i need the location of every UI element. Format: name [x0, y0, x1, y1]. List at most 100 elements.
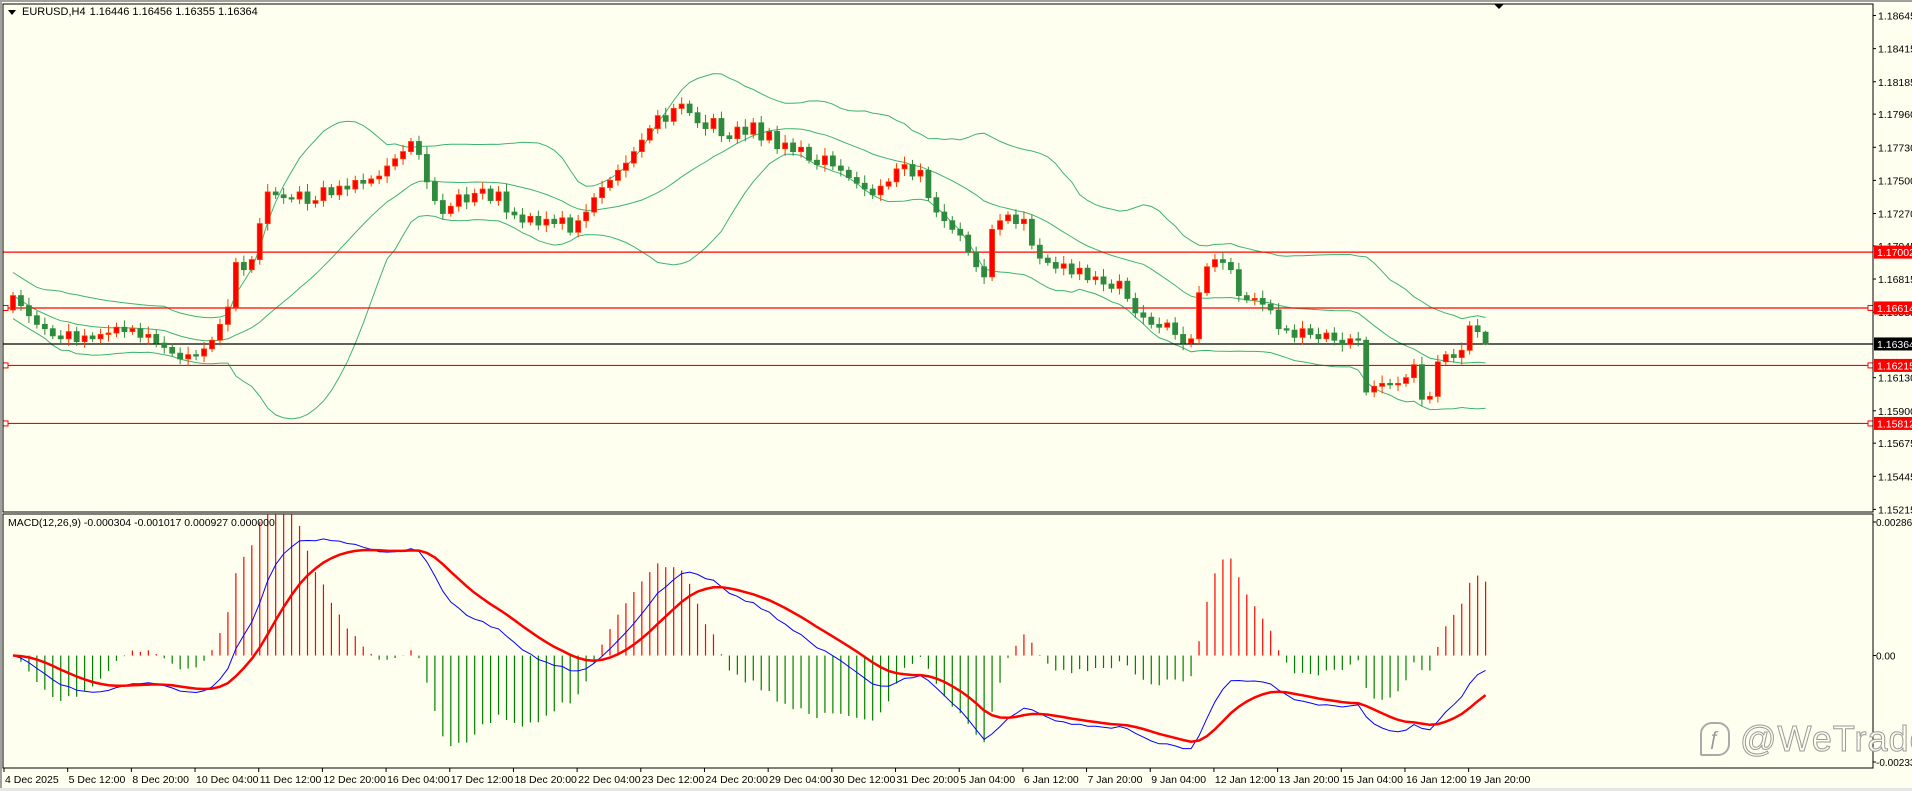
price-tick-label: 1.17730 — [1878, 142, 1912, 154]
candle-body — [336, 185, 343, 196]
candle-body — [885, 181, 892, 187]
candle-body — [575, 220, 582, 233]
line-anchor-right-handle[interactable] — [1867, 304, 1874, 311]
candle-body — [1060, 263, 1067, 269]
time-label: 11 Dec 12:00 — [260, 774, 322, 786]
candle-body — [352, 179, 359, 190]
candle — [1482, 330, 1489, 346]
candle-body — [694, 112, 701, 124]
candle-body — [1172, 322, 1179, 335]
candle-body — [845, 169, 852, 178]
candle-body — [1267, 303, 1274, 311]
candle-body — [1442, 354, 1449, 363]
wetrade-logo-icon: ƒ — [1700, 722, 1730, 756]
time-label: 12 Jan 12:00 — [1215, 774, 1276, 786]
time-label: 23 Dec 12:00 — [642, 774, 705, 786]
candle-body — [1124, 280, 1131, 299]
line-anchor-right-handle[interactable] — [1867, 362, 1874, 369]
candle — [1124, 277, 1131, 302]
price-tick-label: 1.16130 — [1878, 373, 1912, 385]
candle-body — [1395, 383, 1401, 386]
candle-body — [1283, 328, 1290, 331]
price-tick-label: 1.15445 — [1878, 471, 1912, 483]
candle-body — [1466, 325, 1473, 351]
candle-body — [288, 197, 295, 200]
candle-body — [1411, 364, 1417, 379]
candle-body — [973, 251, 980, 268]
candle-body — [1116, 280, 1123, 289]
candle-body — [654, 115, 661, 129]
candle-body — [1259, 298, 1266, 305]
candle-body — [615, 169, 621, 181]
candle-body — [1156, 323, 1163, 328]
candle-body — [1100, 276, 1107, 285]
candle-body — [1084, 267, 1091, 281]
candle-body — [33, 315, 40, 325]
chart-menu-triangle-icon[interactable] — [8, 9, 16, 15]
price-tick-label: 1.18415 — [1878, 44, 1912, 56]
candle-body — [105, 332, 112, 335]
window-top-border — [0, 0, 1912, 2]
price-tick-label: 1.15675 — [1878, 438, 1912, 450]
candle-body — [368, 178, 375, 184]
candle-body — [1331, 332, 1338, 341]
time-label: 22 Dec 04:00 — [578, 774, 641, 786]
time-label: 18 Dec 20:00 — [514, 774, 577, 786]
candle-body — [479, 188, 486, 194]
candle-body — [1339, 339, 1346, 345]
candle — [989, 224, 995, 282]
candle-body — [447, 205, 454, 214]
line-anchor-left-handle[interactable] — [2, 420, 9, 427]
candle-body — [1307, 328, 1314, 335]
candle-body — [989, 228, 995, 278]
candle-body — [638, 139, 645, 152]
candle-body — [670, 107, 677, 122]
time-label: 16 Jan 12:00 — [1406, 774, 1467, 786]
candle-body — [121, 326, 128, 332]
time-label: 5 Dec 12:00 — [69, 774, 126, 786]
line-anchor-left-handle[interactable] — [2, 362, 9, 369]
candle — [1466, 321, 1473, 355]
candle-body — [503, 191, 510, 213]
line-anchor-left-handle[interactable] — [2, 304, 9, 311]
candle-body — [678, 103, 685, 109]
candle-body — [1180, 334, 1187, 344]
time-label: 30 Dec 12:00 — [833, 774, 896, 786]
candle-body — [535, 215, 542, 226]
candle-body — [272, 191, 279, 196]
candle-body — [209, 339, 215, 350]
candle-body — [97, 334, 104, 340]
candle-body — [408, 141, 414, 152]
candle-body — [10, 295, 16, 311]
candle-body — [1379, 383, 1386, 387]
candle-body — [630, 151, 637, 164]
candle-body — [57, 335, 64, 340]
time-label: 10 Dec 04:00 — [196, 774, 259, 786]
time-label: 24 Dec 20:00 — [705, 774, 768, 786]
candle-body — [1291, 329, 1298, 338]
candle-body — [1076, 267, 1083, 275]
price-chart[interactable]: 1.18645 1.18415 1.18185 1.17960 1.17730 1.175… — [0, 0, 1912, 791]
candle-body — [766, 131, 773, 141]
candle-body — [1315, 334, 1322, 340]
candle-body — [320, 187, 327, 201]
candle-body — [965, 234, 972, 253]
candle-body — [1243, 295, 1250, 301]
candle-body — [1363, 339, 1370, 393]
candle-body — [26, 305, 32, 317]
candle-body — [662, 115, 669, 122]
candle-body — [941, 211, 948, 222]
candle-body — [901, 164, 908, 170]
candle — [1196, 285, 1202, 345]
candle-body — [917, 169, 924, 177]
time-label: 13 Jan 20:00 — [1279, 774, 1340, 786]
candle-body — [1419, 364, 1425, 400]
candle — [1434, 354, 1441, 403]
candle-body — [185, 354, 192, 360]
time-label: 17 Dec 12:00 — [451, 774, 514, 786]
candle-body — [861, 182, 868, 190]
line-anchor-right-handle[interactable] — [1867, 420, 1874, 427]
time-label: 16 Dec 04:00 — [387, 774, 450, 786]
candle-body — [225, 306, 231, 325]
candle-body — [1188, 338, 1194, 344]
